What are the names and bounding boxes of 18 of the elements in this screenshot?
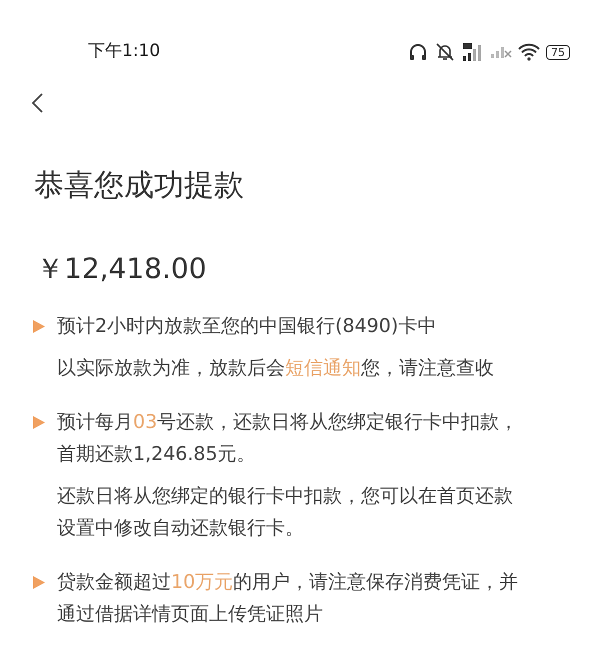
back-icon[interactable]	[30, 92, 44, 114]
wifi-icon	[518, 43, 540, 61]
page-title: 恭喜您成功提款	[34, 167, 245, 205]
no-signal-icon	[490, 46, 512, 58]
info-text: 贷款金额超过10万元的用户，请注意保存消费凭证，并通过借据详情页面上传凭证照片	[57, 571, 518, 625]
note-text: 还款日将从您绑定的银行卡中扣款，您可以在首页还款设置中修改自动还款银行卡。	[57, 485, 513, 539]
signal-icon	[462, 42, 484, 62]
headphones-icon	[408, 42, 428, 62]
info-text: 预计每月 03号还款，还款日将从您绑定银行卡中扣款，首期还款1,246.85元。	[57, 411, 518, 465]
amount: ￥12,418.00	[36, 251, 208, 287]
battery-level: 75	[546, 44, 570, 60]
bullet-icon	[33, 416, 45, 429]
note-text: 以实际放款为准，放款后会短信通知您，请注意查收	[57, 357, 494, 379]
status-time: 下午1:10	[88, 40, 160, 64]
bullet-icon	[33, 320, 45, 333]
info-text: 预计2小时内放款至您的中国银行(8490)卡中	[57, 315, 436, 337]
bullet-icon	[33, 576, 45, 589]
muted-bell-icon	[434, 42, 456, 62]
